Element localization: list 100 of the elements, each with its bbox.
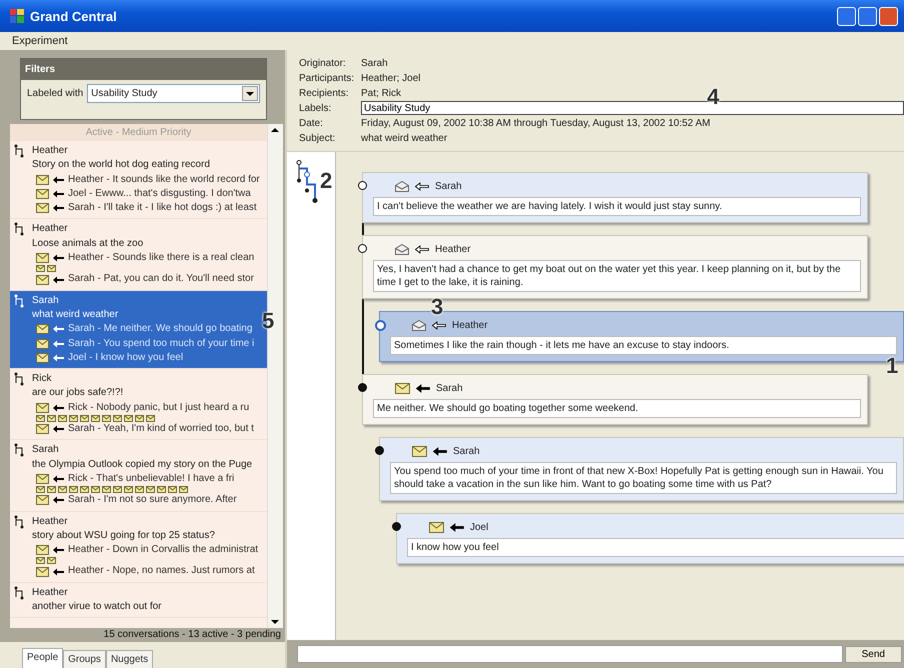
open-envelope-icon	[395, 180, 409, 192]
message-preview: Sarah - Me neither. We should go boating	[68, 322, 252, 336]
arrow-icon	[53, 496, 64, 504]
conversation-author: Heather	[32, 144, 69, 158]
field-value: Friday, August 09, 2002 10:38 AM through Tuesday, August 13, 2002 10:52 AM	[361, 118, 710, 128]
arrow-icon	[415, 244, 429, 254]
arrow-icon	[53, 190, 64, 198]
message-preview: Heather - Nope, no names. Just rumors at	[68, 564, 255, 578]
field-value: Sarah	[361, 58, 388, 68]
envelope-icon	[36, 402, 49, 413]
message-preview: Sarah - You spend too much of your time i	[68, 336, 254, 351]
conversation-author: Rick	[32, 372, 52, 386]
arrow-icon	[53, 325, 64, 334]
close-button[interactable]	[879, 6, 898, 26]
message-body: You spend too much of your time in front of that new X-Box! Hopefully Pat is getting enough sun in Hawaii. You should take a vacation in the sun like him. Want to go boating some time with us Pat?	[390, 462, 897, 494]
message-sender: Heather	[435, 244, 471, 254]
conversation-item[interactable]: Heather story about WSU going for top 25 status? Heather - Down in Corvallis the administrat Heather - Nope, no names. Just rumors at	[10, 512, 267, 583]
conversation-subject: Loose animals at the zoo	[32, 236, 144, 251]
envelope-icon	[36, 474, 49, 484]
message-preview: Heather - It sounds like the world record for	[68, 172, 260, 187]
thread-map-drawing	[295, 160, 320, 205]
envelope-icon	[36, 274, 49, 285]
message-preview: Joel - I know how you feel	[68, 350, 184, 365]
message-sender: Joel	[470, 522, 488, 532]
message-preview: Sarah - I'm not so sure anymore. After	[68, 493, 237, 508]
field-value: what weird weather	[361, 132, 448, 144]
arrow-icon	[450, 522, 464, 532]
arrow-icon	[53, 546, 64, 554]
conversation-subject: another virue to watch out for	[32, 600, 162, 614]
envelope-icon	[36, 253, 49, 264]
window-title: Grand Central	[30, 8, 117, 24]
message-preview: Heather - Down in Corvallis the administrat	[68, 543, 258, 558]
conversation-subject: the Olympia Outlook copied my story on the Puge	[32, 458, 252, 472]
envelope-icon	[36, 566, 49, 577]
message-body: Sometimes I like the rain though - it lets me have an excuse to stay indoors.	[390, 336, 897, 355]
arrow-icon	[433, 446, 447, 456]
message-body: I can't believe the weather we are having lately. I wish it would just stay sunny.	[373, 197, 861, 216]
conversation-author: Heather	[32, 222, 69, 236]
open-envelope-icon	[412, 320, 426, 330]
field-label: Participants:	[299, 72, 356, 84]
menu-item[interactable]: Experiment	[12, 35, 68, 47]
filter-label: Labeled with	[27, 88, 84, 99]
field-label: Labels:	[299, 102, 332, 114]
conversation-author: Sarah	[32, 443, 60, 458]
message-preview: Heather - Sounds like there is a real clean	[68, 251, 254, 266]
send-button[interactable]: Send	[844, 646, 902, 662]
status-text: 15 conversations - 13 active - 3 pending	[102, 628, 282, 642]
field-label: Subject:	[299, 132, 336, 144]
arrow-icon	[53, 568, 64, 576]
tab[interactable]: Groups	[63, 650, 106, 668]
envelope-icon	[36, 189, 49, 200]
arrow-icon	[53, 254, 64, 262]
message-sender: Sarah	[453, 446, 480, 456]
envelope-icon	[395, 382, 410, 394]
field-label: Date:	[299, 118, 324, 128]
message-preview: Sarah - I'll take it - I like hot dogs :) at least	[68, 201, 257, 216]
label-dropdown[interactable]: Usability Study	[87, 84, 260, 103]
tab[interactable]: Nuggets	[106, 650, 154, 668]
conversation-subject: story about WSU going for top 25 status?	[32, 528, 216, 543]
message-preview: Sarah - Yeah, I'm kind of worried too, but t	[68, 422, 254, 436]
conversation-item[interactable]: Rick are our jobs safe?!?! Rick - Nobody panic, but I just heard a ru Sarah - Yeah, I'm kind of worried too, but t	[10, 369, 267, 440]
message-body: Me neither. We should go boating together some weekend.	[373, 399, 861, 418]
envelope-icon	[36, 424, 49, 434]
callout-number: 2	[320, 170, 332, 192]
conversation-subject: Story on the world hot dog eating record	[32, 158, 211, 172]
arrow-icon	[432, 320, 446, 330]
arrow-icon	[53, 425, 64, 434]
open-envelope-icon	[395, 244, 409, 254]
message-sender: Sarah	[436, 382, 463, 394]
conversation-item[interactable]: Sarah the Olympia Outlook copied my story on the Puge Rick - That's unbelievable! I have a fri Sarah - I'm not so sure anymore. After	[10, 440, 267, 512]
message-sender: Sarah	[435, 180, 462, 192]
field-value: Heather; Joel	[361, 72, 420, 84]
envelope-icon	[36, 495, 49, 506]
envelope-icon	[36, 203, 49, 214]
filters-title: Filters	[21, 59, 266, 80]
envelope-icon	[36, 545, 49, 556]
arrow-icon	[53, 354, 64, 362]
envelope-icon	[36, 174, 49, 185]
conversation-item[interactable]: Heather Story on the world hot dog eating record Heather - It sounds like the world record for Joel - Ewww... that's disgusting. I don'twa Sarah - I'll take it - I like hot dogs :) at least	[10, 141, 267, 220]
conversation-subject: what weird weather	[32, 308, 120, 322]
conversation-subject: are our jobs safe?!?!	[32, 386, 124, 400]
arrow-icon	[53, 176, 64, 184]
conversation-author: Heather	[32, 514, 69, 529]
minimize-button[interactable]	[837, 6, 856, 26]
field-label: Originator:	[299, 58, 347, 68]
message-preview: Sarah - Pat, you can do it. You'll need stor	[68, 272, 254, 286]
message-preview: Rick - That's unbelievable! I have a fri	[68, 472, 234, 486]
envelope-icon	[36, 324, 49, 334]
section-header: Active - Medium Priority	[10, 124, 267, 141]
message-preview: Rick - Nobody panic, but I just heard a ru	[68, 400, 250, 415]
arrow-icon	[53, 276, 64, 284]
message-input[interactable]	[297, 645, 843, 663]
message-sender: Heather	[452, 320, 488, 330]
conversation-author: Heather	[32, 586, 69, 600]
app-icon	[10, 9, 24, 23]
conversation-author: Sarah	[32, 294, 60, 308]
arrow-icon	[53, 204, 64, 212]
tab[interactable]: People	[22, 648, 64, 668]
maximize-button[interactable]	[858, 6, 877, 26]
message-body: Yes, I haven't had a chance to get my boat out on the water yet this year. I keep planning on it, but by the time I get to the lake, it is raining.	[373, 260, 861, 292]
